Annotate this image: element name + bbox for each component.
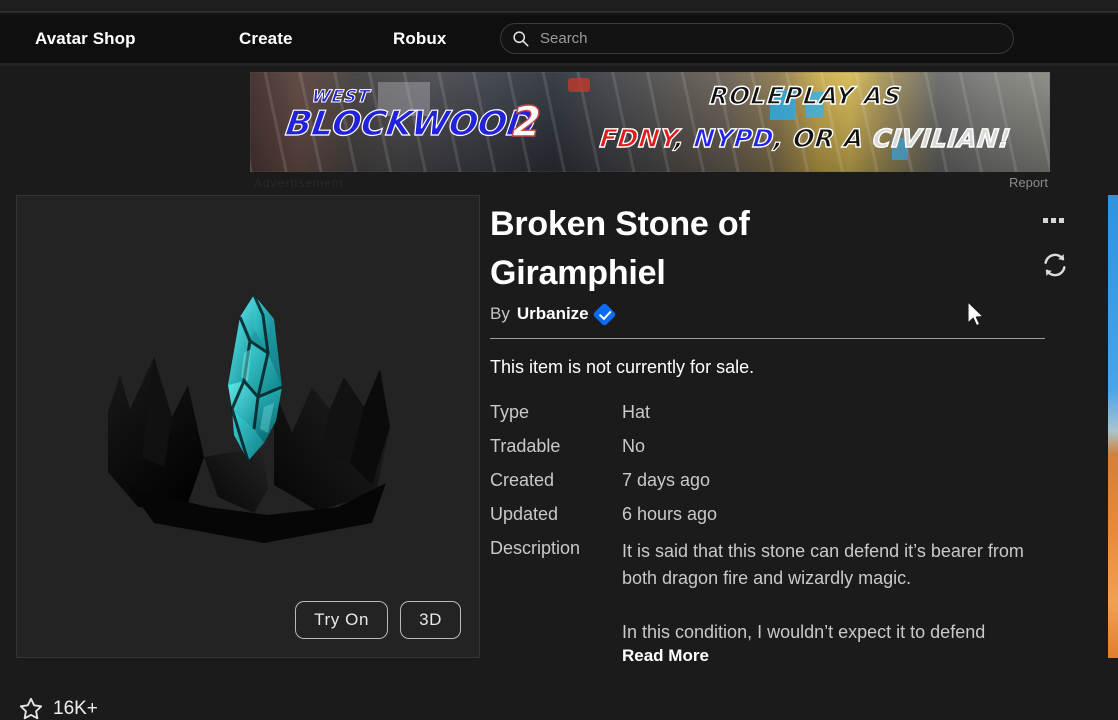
spec-row-updated: Updated 6 hours ago <box>490 504 1050 525</box>
spec-key: Created <box>490 470 555 490</box>
ad-text-roleplay: ROLEPLAY AS <box>708 81 904 111</box>
ad-text-civilian: CIVILIAN! <box>871 123 1013 153</box>
ellipsis-icon <box>1043 218 1048 223</box>
favorites-row[interactable]: 16K+ <box>18 696 98 720</box>
creator-name[interactable]: Urbanize <box>517 304 589 324</box>
spec-key: Type <box>490 402 530 422</box>
spec-key: Tradable <box>490 436 561 456</box>
advertisement-block: WEST BLOCKWOOD 2 ROLEPLAY AS FDNY, NYPD,… <box>250 72 1050 190</box>
spec-value: 7 days ago <box>622 470 711 490</box>
ellipsis-icon <box>1059 218 1064 223</box>
ad-text-fdny: FDNY <box>598 123 677 153</box>
nav-bottom-border <box>0 63 1118 66</box>
spec-value: 6 hours ago <box>622 504 718 524</box>
item-detail-column: Broken Stone of Giramphiel By Urbanize T… <box>490 200 1050 679</box>
description-paragraph-2: In this condition, I wouldn’t expect it … <box>622 622 986 642</box>
search-input[interactable] <box>540 30 1000 47</box>
ad-text-or-a: OR A <box>791 123 866 153</box>
spec-row-tradable: Tradable No <box>490 436 1050 457</box>
try-on-button[interactable]: Try On <box>295 601 389 639</box>
spec-row-created: Created 7 days ago <box>490 470 1050 491</box>
nav-link-avatar-shop[interactable]: Avatar Shop <box>35 29 136 49</box>
verified-badge-icon <box>592 301 617 327</box>
spec-value: No <box>622 436 646 456</box>
sale-status-text: This item is not currently for sale. <box>490 357 755 377</box>
more-options-button[interactable] <box>1043 218 1064 223</box>
star-icon <box>19 697 43 720</box>
spec-value: Hat <box>622 402 651 422</box>
description-label: Description <box>490 538 581 558</box>
by-label: By <box>490 304 510 323</box>
thumbnail-action-buttons: Try On 3D <box>295 601 461 639</box>
top-navigation-bar: Avatar Shop Create Robux <box>0 15 1118 63</box>
ad-text-comma-1: , <box>673 123 687 153</box>
advertisement-label: Advertisement <box>254 176 344 190</box>
read-more-link[interactable]: Read More <box>622 646 709 666</box>
roblox-catalog-page: Avatar Shop Create Robux WEST BLOCKWOOD … <box>0 0 1118 720</box>
nav-link-robux[interactable]: Robux <box>393 29 446 49</box>
refresh-button[interactable] <box>1040 250 1070 280</box>
spec-key: Updated <box>490 504 559 524</box>
spec-row-type: Type Hat <box>490 402 1050 423</box>
item-thumbnail-image <box>108 294 390 544</box>
spec-row-description: Description It is said that this stone c… <box>490 538 1050 666</box>
item-thumbnail-panel[interactable]: Try On 3D <box>16 195 480 658</box>
search-bar[interactable] <box>500 23 1014 54</box>
ad-text-nypd: NYPD <box>692 123 777 153</box>
section-divider <box>490 338 1045 339</box>
description-paragraph-1: It is said that this stone can defend it… <box>622 541 1024 588</box>
ad-report-link[interactable]: Report <box>1009 175 1048 190</box>
ad-text-blockwood: BLOCKWOOD <box>283 103 539 144</box>
browser-chrome-strip <box>0 0 1118 14</box>
item-title: Broken Stone of Giramphiel <box>490 205 750 292</box>
nav-link-create[interactable]: Create <box>239 29 293 49</box>
ad-text-layer: WEST BLOCKWOOD 2 ROLEPLAY AS FDNY, NYPD,… <box>250 72 1050 172</box>
description-body: It is said that this stone can defend it… <box>622 538 1050 666</box>
item-specs-table: Type Hat Tradable No Created 7 days ago … <box>490 402 1050 666</box>
search-icon <box>513 31 529 47</box>
favorites-count: 16K+ <box>53 698 98 719</box>
ellipsis-icon <box>1051 218 1056 223</box>
ad-text-factions: FDNY, NYPD, OR A CIVILIAN! <box>598 123 1013 153</box>
view-3d-button[interactable]: 3D <box>400 601 461 639</box>
ad-banner-image[interactable]: WEST BLOCKWOOD 2 ROLEPLAY AS FDNY, NYPD,… <box>250 72 1050 172</box>
creator-row: By Urbanize <box>490 301 1050 327</box>
adjacent-card-sliver[interactable] <box>1108 195 1118 658</box>
ad-text-two: 2 <box>511 96 542 146</box>
right-column-gap <box>1098 180 1108 680</box>
